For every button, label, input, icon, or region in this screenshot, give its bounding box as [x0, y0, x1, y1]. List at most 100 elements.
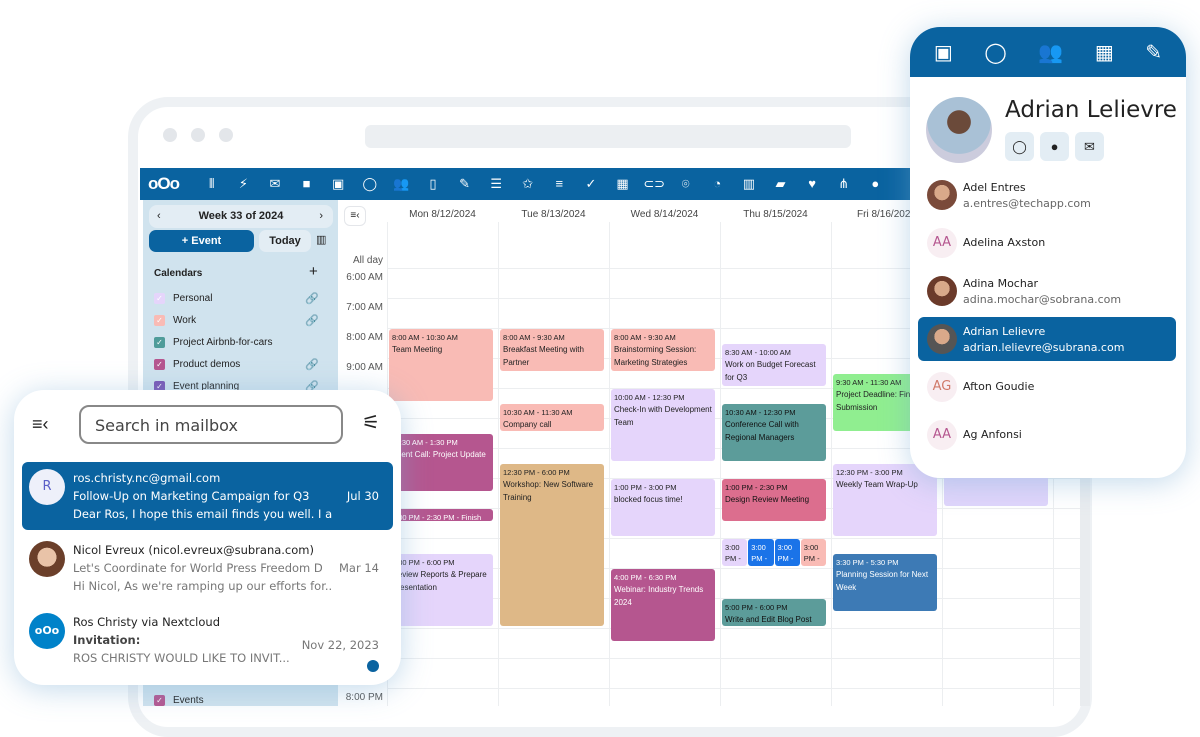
calendar-icon[interactable]: ▦	[1095, 40, 1114, 65]
transit-icon[interactable]: ▥	[733, 176, 765, 192]
new-event-button[interactable]: + Event	[149, 230, 254, 252]
notes-icon[interactable]: ✎	[449, 176, 481, 192]
today-button[interactable]: Today	[259, 230, 311, 252]
window-dot	[191, 128, 205, 142]
calendar-event[interactable]: 3:00 PM - 4:00 PMPromo banana	[774, 539, 800, 566]
calendar-event[interactable]: 10:30 AM - 11:30 AM Company call	[500, 404, 604, 431]
dashboard-icon[interactable]: ⦀	[196, 176, 228, 192]
link-icon[interactable]: ⊂⊃	[638, 176, 670, 192]
contact-list-item[interactable]: Adina Mochar adina.mochar@sobrana.com	[918, 269, 1176, 313]
talk-icon[interactable]: ◯	[354, 176, 386, 192]
calendar-event[interactable]: 1:00 PM - 2:30 PM Design Review Meeting	[722, 479, 826, 521]
prev-week-button[interactable]: ‹	[157, 205, 161, 228]
link-icon[interactable]: 🔗	[305, 314, 319, 327]
contact-email: adrian.lelievre@subrana.com	[963, 341, 1125, 354]
calendar-checkbox[interactable]: ✓	[154, 315, 165, 326]
user-icon[interactable]: ●	[1040, 132, 1069, 161]
calendar-checkbox[interactable]: ✓	[154, 359, 165, 370]
calendar-event[interactable]: 2:00 PM - 2:30 PM - Finish	[389, 509, 493, 521]
contact-list-item[interactable]: Adel Entres a.entres@techapp.com	[918, 173, 1176, 217]
talk-icon[interactable]: ◯	[984, 40, 1006, 65]
avatar: R	[29, 469, 65, 505]
mail-panel: ≡‹ Search in mailbox ⚟ Rros.christy.nc@g…	[14, 390, 401, 685]
address-bar[interactable]	[365, 125, 851, 148]
calendar-event[interactable]: 3:00 PM - 4:00 PMPromo banana	[722, 539, 748, 566]
mail-icon[interactable]: ✉	[1075, 132, 1104, 161]
activity-icon[interactable]: ⚡	[228, 176, 260, 192]
calendar-event[interactable]: 3:00 PM - 4:00 PMProject Kickoff	[748, 539, 774, 566]
mail-list-item[interactable]: Nicol Evreux (nicol.evreux@subrana.com) L…	[22, 534, 393, 602]
calendar-event[interactable]: 10:00 AM - 12:30 PM Check-In with Develop…	[611, 389, 715, 461]
mail-icon[interactable]: ✉	[259, 176, 291, 192]
day-divider	[609, 222, 610, 706]
calendar-item[interactable]: ✓ Work 🔗	[154, 314, 319, 327]
calendar-event[interactable]: 12:30 PM - 6:00 PM Workshop: New Software…	[500, 464, 604, 626]
calendar-event[interactable]: 11:30 AM - 1:30 PM Client Call: Project U…	[389, 434, 493, 491]
calendar-checkbox[interactable]: ✓	[154, 695, 165, 706]
link-icon[interactable]: 🔗	[305, 358, 319, 371]
calendar-event[interactable]: 8:00 AM - 9:30 AM Breakfast Meeting with …	[500, 329, 604, 371]
calendar-event[interactable]: 4:00 PM - 6:30 PM Webinar: Industry Trend…	[611, 569, 715, 641]
nextcloud-logo[interactable]: oOo	[148, 174, 196, 194]
collapse-sidebar-icon[interactable]: ≡‹	[344, 206, 366, 226]
talk-icon[interactable]: ◯	[1005, 132, 1034, 161]
event-time: 8:30 AM - 10:00 AM	[725, 348, 791, 357]
add-calendar-button[interactable]: +	[309, 263, 318, 280]
edit-icon[interactable]: ✎	[1145, 40, 1162, 65]
bag-icon[interactable]: ▰	[765, 176, 797, 192]
contacts-icon[interactable]: 👥	[1038, 40, 1063, 65]
event-time: 3:00 PM - 4:00 PM	[751, 543, 768, 566]
deck-icon[interactable]: ☰	[480, 176, 512, 192]
avatar	[927, 276, 957, 306]
photos-icon[interactable]: ▣	[322, 176, 354, 192]
list-icon[interactable]: ≡	[544, 176, 576, 192]
calendar-item-events[interactable]: ✓ Events	[154, 695, 319, 706]
calendar-checkbox[interactable]: ✓	[154, 293, 165, 304]
calendar-item[interactable]: ✓ Personal 🔗	[154, 292, 319, 305]
calendar-event[interactable]: 3:30 PM - 5:30 PM Planning Session for Ne…	[833, 554, 937, 611]
day-header[interactable]: Tue 8/13/2024	[498, 209, 609, 220]
contact-list-item[interactable]: AG Afton Goudie	[918, 365, 1176, 409]
filter-icon[interactable]: ⚟	[362, 410, 380, 435]
mail-date: Mar 14	[339, 561, 379, 575]
calendar-event[interactable]: 8:00 AM - 9:30 AM Brainstorming Session: …	[611, 329, 715, 371]
view-toggle-icon[interactable]: ▥	[316, 233, 326, 246]
calendar-event[interactable]: 8:00 AM - 10:30 AM Team Meeting	[389, 329, 493, 401]
tasks-icon[interactable]: ✩	[512, 176, 544, 192]
mail-list-item[interactable]: oOo Ros Christy via Nextcloud Invitation: R…	[22, 606, 393, 674]
calendar-event[interactable]: 5:00 PM - 6:00 PM Write and Edit Blog Pos…	[722, 599, 826, 626]
calendar-item[interactable]: ✓ Product demos 🔗	[154, 358, 319, 371]
search-input[interactable]: Search in mailbox	[79, 405, 343, 444]
contacts-icon[interactable]: 👥	[386, 176, 418, 192]
day-header[interactable]: Wed 8/14/2024	[609, 209, 720, 220]
contact-list-item[interactable]: AA Adelina Axston	[918, 221, 1176, 265]
maps-icon[interactable]: ⌾	[670, 176, 702, 192]
dashboard2-icon[interactable]: ◔	[702, 176, 734, 192]
calendar-event[interactable]: 3:30 PM - 6:00 PM Review Reports & Prepar…	[389, 554, 493, 626]
link-icon[interactable]: 🔗	[305, 292, 319, 305]
photos-icon[interactable]: ▣	[934, 40, 953, 65]
day-header[interactable]: Thu 8/15/2024	[720, 209, 831, 220]
spreadsheet-icon[interactable]: ▦	[607, 176, 639, 192]
check-icon[interactable]: ✓	[575, 176, 607, 192]
contact-list-item[interactable]: AA Ag Anfonsi	[918, 413, 1176, 457]
day-header[interactable]: Mon 8/12/2024	[387, 209, 498, 220]
calendar-event[interactable]: 1:00 PM - 3:00 PM blocked focus time!	[611, 479, 715, 536]
calendar-item[interactable]: ✓ Project Airbnb-for-cars	[154, 337, 319, 348]
user-icon[interactable]: ●	[859, 176, 891, 192]
calendar-event[interactable]: 12:30 PM - 3:00 PM Weekly Team Wrap-Up	[833, 464, 937, 536]
calendar-event[interactable]: 8:30 AM - 10:00 AM Work on Budget Forecas…	[722, 344, 826, 386]
calendar-icon[interactable]: ▯	[417, 176, 449, 192]
avatar: AA	[927, 228, 957, 258]
graph-icon[interactable]: ⋔	[828, 176, 860, 192]
calendar-event[interactable]: 10:30 AM - 12:30 PM Conference Call with …	[722, 404, 826, 461]
files-icon[interactable]: ■	[291, 176, 323, 192]
calendar-event[interactable]: 3:00 PM - 4:00 PMProj... Kick	[800, 539, 826, 566]
next-week-button[interactable]: ›	[319, 205, 323, 228]
calendar-checkbox[interactable]: ✓	[154, 337, 165, 348]
event-time: 8:00 AM - 9:30 AM	[503, 333, 565, 342]
menu-icon[interactable]: ≡‹	[32, 414, 49, 435]
mail-list-item[interactable]: Rros.christy.nc@gmail.com Follow-Up on Ma…	[22, 462, 393, 530]
health-icon[interactable]: ♥	[796, 176, 828, 192]
contact-list-item[interactable]: Adrian Lelievre adrian.lelievre@subrana.c…	[918, 317, 1176, 361]
